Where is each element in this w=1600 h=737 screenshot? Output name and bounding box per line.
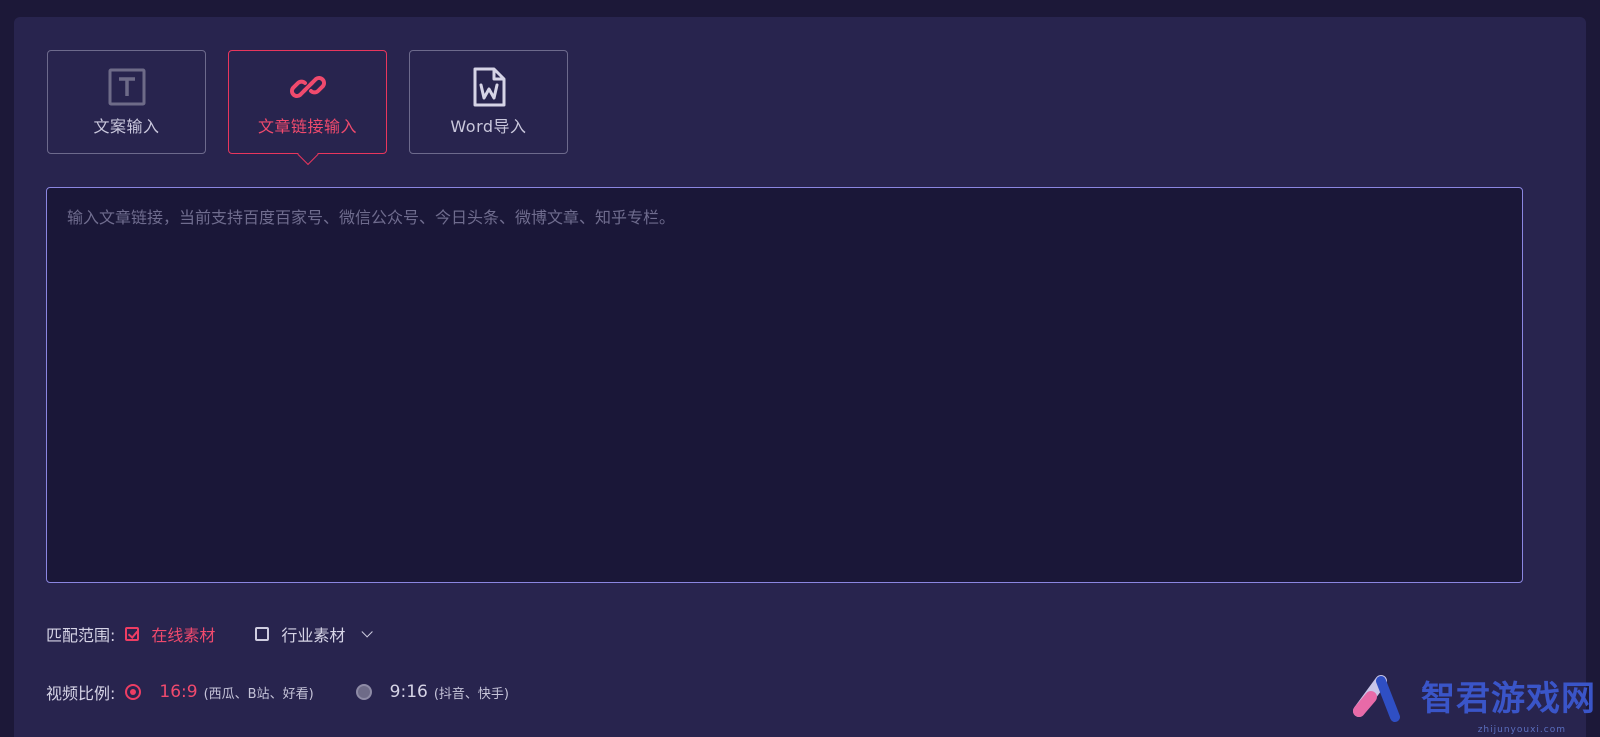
video-ratio-label: 视频比例: (46, 684, 116, 703)
radio-unselected-icon (355, 684, 372, 700)
online-material-label: 在线素材 (151, 626, 216, 645)
industry-material-label: 行业素材 (281, 626, 346, 645)
ratio-16-9-note: (西瓜、B站、好看) (203, 686, 314, 702)
checkbox-checked-icon (125, 627, 140, 641)
ratio-16-9-radio[interactable]: 16:9 (西瓜、B站、好看) (125, 682, 314, 702)
link-icon (288, 67, 328, 107)
watermark-text: 智君游戏网 (1421, 679, 1596, 719)
article-link-field-wrapper (46, 187, 1523, 583)
article-link-input[interactable] (47, 188, 1522, 582)
tab-article-link-input-label: 文章链接输入 (257, 117, 357, 136)
match-scope-label: 匹配范围: (46, 626, 116, 645)
tab-text-input-label: 文案输入 (93, 117, 160, 136)
watermark: 智君游戏网 zhijunyouxi.com (1351, 667, 1596, 735)
word-file-icon (469, 67, 509, 107)
online-material-checkbox[interactable]: 在线素材 (125, 622, 215, 646)
ratio-9-16-value: 9:16 (389, 682, 428, 702)
ratio-9-16-radio[interactable]: 9:16 (抖音、快手) (355, 682, 509, 702)
industry-material-checkbox[interactable]: 行业素材 (255, 622, 374, 646)
tab-word-import-label: Word导入 (450, 117, 527, 136)
ratio-16-9-value: 16:9 (159, 682, 198, 702)
chevron-down-icon[interactable] (361, 626, 374, 638)
match-scope-row: 匹配范围: 在线素材 行业素材 (46, 622, 374, 646)
watermark-logo-icon (1351, 667, 1421, 731)
main-panel: 文案输入 文章链接输入 Word导入 输入文章链接，当前支持百度百家号、微信公众… (14, 17, 1586, 737)
ratio-9-16-note: (抖音、快手) (433, 686, 509, 702)
video-ratio-row: 视频比例: 16:9 (西瓜、B站、好看) 9:16 (抖音、快手) (46, 680, 509, 704)
input-mode-tabs: 文案输入 文章链接输入 Word导入 (47, 50, 568, 154)
radio-selected-icon (125, 684, 142, 700)
checkbox-unchecked-icon (255, 627, 270, 641)
text-icon (107, 67, 147, 107)
tab-article-link-input[interactable]: 文章链接输入 (228, 50, 387, 154)
tab-text-input[interactable]: 文案输入 (47, 50, 206, 154)
tab-word-import[interactable]: Word导入 (409, 50, 568, 154)
watermark-sub: zhijunyouxi.com (1477, 725, 1566, 735)
